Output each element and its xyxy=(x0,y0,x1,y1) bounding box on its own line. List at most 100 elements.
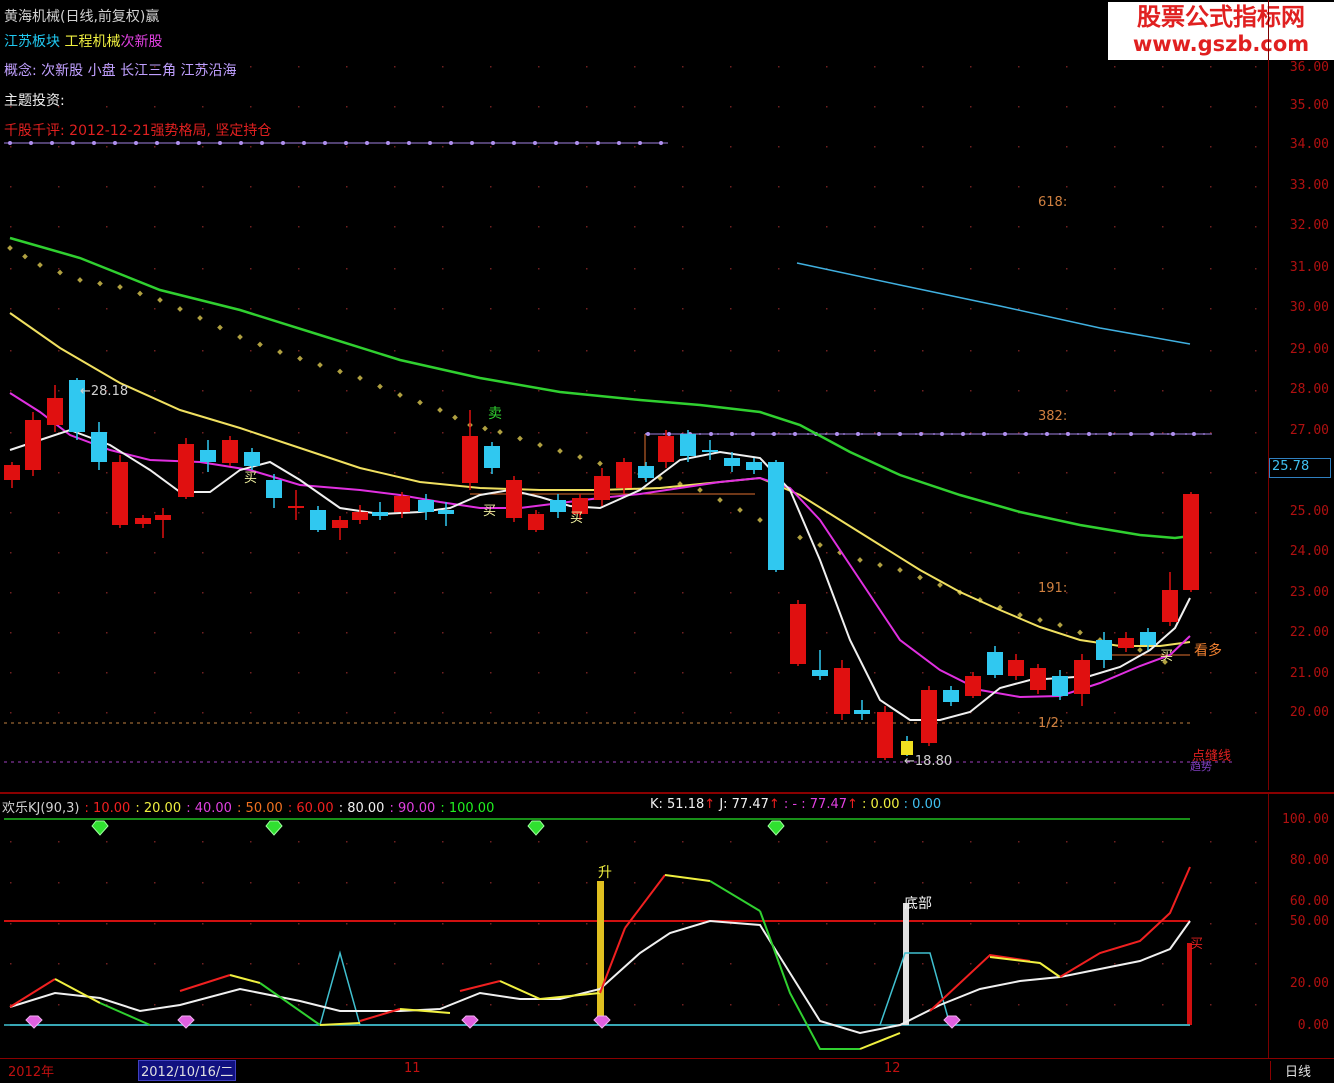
grid-dot xyxy=(538,632,540,634)
grid-dot xyxy=(106,672,108,674)
grid-dot xyxy=(58,632,60,634)
purple-dot xyxy=(1087,432,1091,436)
grid-dot xyxy=(298,146,300,148)
kj-indicator-chart[interactable]: 升 底部 买 xyxy=(0,793,1268,1055)
kj-grid-dot xyxy=(442,1004,444,1006)
grid-dot xyxy=(1018,226,1020,228)
kj-grid-dot xyxy=(1210,882,1212,884)
grid-dot xyxy=(1066,106,1068,108)
grid-dot xyxy=(586,390,588,392)
grid-dot xyxy=(250,268,252,270)
candle-body xyxy=(91,432,107,462)
date-cursor[interactable]: 2012/10/16/二 xyxy=(138,1060,237,1081)
purple-dot xyxy=(856,432,860,436)
grid-dot xyxy=(1210,268,1212,270)
grid-dot xyxy=(154,390,156,392)
grid-dot xyxy=(1018,66,1020,68)
grid-dot xyxy=(970,226,972,228)
grid-dot xyxy=(346,592,348,594)
sar-dot xyxy=(452,414,458,421)
kj-grid-dot xyxy=(58,841,60,843)
kj-grid-dot xyxy=(346,882,348,884)
candle-body xyxy=(550,500,566,512)
grid-dot xyxy=(106,472,108,474)
grid-dot xyxy=(634,472,636,474)
kj-grid-dot xyxy=(1066,882,1068,884)
grid-dot xyxy=(298,268,300,270)
grid-dot xyxy=(586,186,588,188)
candle-body xyxy=(724,458,740,466)
grid-dot xyxy=(1018,432,1020,434)
purple-dot xyxy=(1024,432,1028,436)
kj-grid-dot xyxy=(1162,1004,1164,1006)
purple-dot xyxy=(709,432,713,436)
grid-dot xyxy=(682,308,684,310)
grid-dot xyxy=(874,146,876,148)
candle-body xyxy=(394,496,410,512)
grid-dot xyxy=(778,66,780,68)
price-chart[interactable]: 618: 382: 191: 1/2: ←28.18 ←18.80 点缝线 趋势… xyxy=(0,0,1268,790)
kj-grid-dot xyxy=(1114,963,1116,965)
sector-tag-machinery[interactable]: 工程机械 xyxy=(64,34,120,50)
grid-dot xyxy=(394,268,396,270)
grid-dot xyxy=(874,106,876,108)
grid-dot xyxy=(298,350,300,352)
grid-dot xyxy=(58,512,60,514)
grid-dot xyxy=(586,146,588,148)
stock-title: 黄海机械(日线,前复权)赢 xyxy=(4,6,159,26)
purple-dot xyxy=(1045,432,1049,436)
kj-grid-dot xyxy=(586,923,588,925)
sar-dot xyxy=(797,534,803,541)
grid-dot xyxy=(1162,390,1164,392)
gem-icon xyxy=(527,820,545,836)
kj-grid-dot xyxy=(154,923,156,925)
kj-buy-bar xyxy=(1187,943,1192,1025)
gem-icon xyxy=(767,820,785,836)
kj-grid-dot xyxy=(394,963,396,965)
fib-191-label: 191: xyxy=(1038,581,1067,596)
grid-dot xyxy=(490,632,492,634)
grid-dot xyxy=(10,268,12,270)
date-nov: 11 xyxy=(404,1061,421,1076)
sar-dot xyxy=(97,280,103,287)
purple-dot xyxy=(407,141,411,145)
kj-grid-dot xyxy=(202,963,204,965)
sector-tag-jiangsu[interactable]: 江苏板块 xyxy=(4,34,60,50)
sar-dot xyxy=(557,448,563,454)
grid-dot xyxy=(10,712,12,714)
candle-body xyxy=(638,466,654,478)
grid-dot xyxy=(202,632,204,634)
grid-dot xyxy=(442,672,444,674)
grid-dot xyxy=(538,106,540,108)
sar-dot xyxy=(22,253,28,260)
gem-icon xyxy=(593,1015,611,1029)
kj-grid-dot xyxy=(394,923,396,925)
period-label[interactable]: 日线 xyxy=(1270,1061,1311,1080)
grid-dot xyxy=(202,146,204,148)
kj-j-segment xyxy=(179,974,231,992)
price-tick: 34.00 xyxy=(1289,137,1329,152)
grid-dot xyxy=(1255,390,1257,392)
kj-grid-dot xyxy=(346,841,348,843)
purple-dot xyxy=(155,141,159,145)
kj-grid-dot xyxy=(1114,1004,1116,1006)
grid-dot xyxy=(1018,106,1020,108)
kj-grid-dot xyxy=(394,1004,396,1006)
grid-dot xyxy=(874,350,876,352)
kj-grid-dot xyxy=(682,882,684,884)
sector-tag-new-stock[interactable]: 次新股 xyxy=(120,34,162,50)
grid-dot xyxy=(586,106,588,108)
grid-dot xyxy=(970,472,972,474)
grid-dot xyxy=(442,66,444,68)
kj-grid-dot xyxy=(922,841,924,843)
gem-icon xyxy=(461,1015,479,1029)
kj-grid-dot xyxy=(1255,841,1257,843)
purple-dot xyxy=(617,141,621,145)
candle-body xyxy=(372,512,388,516)
kj-grid-dot xyxy=(346,923,348,925)
grid-dot xyxy=(10,552,12,554)
date-axis-bar: 2012年 2012/10/16/二 11 12 日线 xyxy=(0,1058,1334,1083)
grid-dot xyxy=(970,350,972,352)
title-glyph: 赢 xyxy=(145,9,160,25)
purple-dot xyxy=(919,432,923,436)
